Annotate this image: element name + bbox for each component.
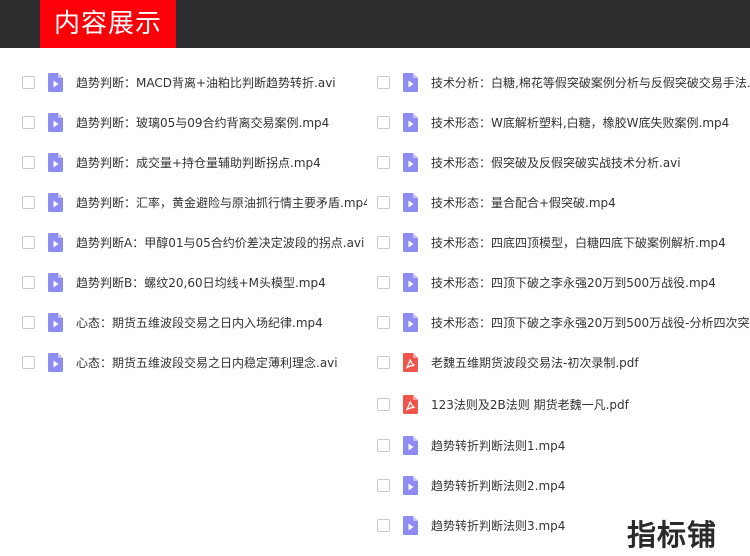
file-name[interactable]: 趋势判断A：甲醇01与05合约价差决定波段的拐点.avi [76,223,364,263]
file-row[interactable]: 技术形态：假突破及反假突破实战技术分析.avi [377,143,750,183]
file-checkbox[interactable] [22,276,35,289]
video-file-icon [403,193,418,212]
file-name[interactable]: 技术形态：假突破及反假突破实战技术分析.avi [431,143,681,183]
file-name[interactable]: 技术形态：量合配合+假突破.mp4 [431,183,616,223]
file-checkbox[interactable] [377,196,390,209]
pdf-file-icon [403,394,418,414]
file-name[interactable]: 趋势转折判断法则1.mp4 [431,426,565,466]
file-checkbox[interactable] [22,76,35,89]
file-name[interactable]: 趋势判断：玻璃05与09合约背离交易案例.mp4 [76,103,329,143]
file-name[interactable]: 技术形态：四顶下破之李永强20万到500万战役-分析四次突破 [431,303,750,343]
video-file-icon [48,353,63,372]
video-file-icon [403,113,418,132]
file-name[interactable]: 心态：期货五维波段交易之日内入场纪律.mp4 [76,303,323,343]
file-checkbox[interactable] [377,276,390,289]
file-row[interactable]: 趋势判断：玻璃05与09合约背离交易案例.mp4 [22,103,367,143]
file-checkbox[interactable] [377,116,390,129]
file-checkbox[interactable] [377,156,390,169]
video-file-icon [48,73,63,92]
video-file-icon [403,233,418,252]
video-file-icon [48,153,63,172]
file-checkbox[interactable] [377,76,390,89]
file-row[interactable]: 技术形态：量合配合+假突破.mp4 [377,183,750,223]
file-name[interactable]: 技术形态：W底解析塑料,白糖，橡胶W底失败案例.mp4 [431,103,729,143]
file-checkbox[interactable] [22,236,35,249]
file-name[interactable]: 技术形态：四顶下破之李永强20万到500万战役.mp4 [431,263,716,303]
file-checkbox[interactable] [377,236,390,249]
file-name[interactable]: 趋势判断：成交量+持仓量辅助判断拐点.mp4 [76,143,321,183]
video-file-icon [403,516,418,535]
file-name[interactable]: 趋势转折判断法则2.mp4 [431,466,565,506]
file-list-left: 趋势判断：MACD背离+油粕比判断趋势转折.avi 趋势判断：玻璃05与09合约背… [22,63,367,383]
file-row[interactable]: 趋势判断：成交量+持仓量辅助判断拐点.mp4 [22,143,367,183]
file-name[interactable]: 技术分析：白糖,棉花等假突破案例分析与反假突破交易手法. [431,63,750,103]
file-name[interactable]: 老魏五维期货波段交易法-初次录制.pdf [431,343,639,383]
file-row[interactable]: 技术形态：四顶下破之李永强20万到500万战役-分析四次突破 [377,303,750,343]
file-row[interactable]: 老魏五维期货波段交易法-初次录制.pdf [377,343,750,385]
video-file-icon [48,273,63,292]
file-checkbox[interactable] [377,519,390,532]
file-row[interactable]: 技术分析：白糖,棉花等假突破案例分析与反假突破交易手法. [377,63,750,103]
file-row[interactable]: 趋势判断A：甲醇01与05合约价差决定波段的拐点.avi [22,223,367,263]
file-checkbox[interactable] [22,356,35,369]
file-checkbox[interactable] [377,316,390,329]
file-row[interactable]: 趋势转折判断法则1.mp4 [377,426,750,466]
file-row[interactable]: 技术形态：W底解析塑料,白糖，橡胶W底失败案例.mp4 [377,103,750,143]
pdf-file-icon [403,353,418,372]
video-file-icon [403,73,418,92]
file-checkbox[interactable] [22,196,35,209]
file-row[interactable]: 趋势判断B：螺纹20,60日均线+M头模型.mp4 [22,263,367,303]
file-row[interactable]: 心态：期货五维波段交易之日内稳定薄利理念.avi [22,343,367,383]
video-file-icon [403,153,418,172]
file-checkbox[interactable] [377,439,390,452]
file-name[interactable]: 心态：期货五维波段交易之日内稳定薄利理念.avi [76,343,338,383]
file-checkbox[interactable] [22,156,35,169]
file-row[interactable]: 技术形态：四顶下破之李永强20万到500万战役.mp4 [377,263,750,303]
video-file-icon [403,313,418,332]
file-row[interactable]: 123法则及2B法则 期货老魏一凡.pdf [377,385,750,427]
file-row[interactable]: 技术形态：四底四顶模型，白糖四底下破案例解析.mp4 [377,223,750,263]
file-row[interactable]: 趋势转折判断法则2.mp4 [377,466,750,506]
file-checkbox[interactable] [22,316,35,329]
top-bar: 内容展示 [0,0,750,48]
video-file-icon [403,273,418,292]
video-file-icon [48,233,63,252]
file-checkbox[interactable] [377,356,390,369]
file-checkbox[interactable] [377,397,390,411]
file-name[interactable]: 趋势判断B：螺纹20,60日均线+M头模型.mp4 [76,263,326,303]
file-name[interactable]: 技术形态：四底四顶模型，白糖四底下破案例解析.mp4 [431,223,726,263]
video-file-icon [48,113,63,132]
file-row[interactable]: 心态：期货五维波段交易之日内入场纪律.mp4 [22,303,367,343]
page-title: 内容展示 [40,0,176,48]
file-list-right: 技术分析：白糖,棉花等假突破案例分析与反假突破交易手法. 技术形态：W底解析塑料,… [377,63,750,546]
video-file-icon [48,193,63,212]
file-row[interactable]: 趋势判断：汇率，黄金避险与原油抓行情主要矛盾.mp4 [22,183,367,223]
file-name[interactable]: 趋势判断：MACD背离+油粕比判断趋势转折.avi [76,63,336,103]
file-name[interactable]: 趋势转折判断法则3.mp4 [431,506,565,546]
watermark: 指标铺 [627,518,718,552]
file-checkbox[interactable] [377,479,390,492]
file-checkbox[interactable] [22,116,35,129]
video-file-icon [403,476,418,495]
file-row[interactable]: 趋势判断：MACD背离+油粕比判断趋势转折.avi [22,63,367,103]
video-file-icon [403,436,418,455]
file-name[interactable]: 趋势判断：汇率，黄金避险与原油抓行情主要矛盾.mp4 [76,183,367,223]
video-file-icon [48,313,63,332]
file-name[interactable]: 123法则及2B法则 期货老魏一凡.pdf [431,385,629,425]
